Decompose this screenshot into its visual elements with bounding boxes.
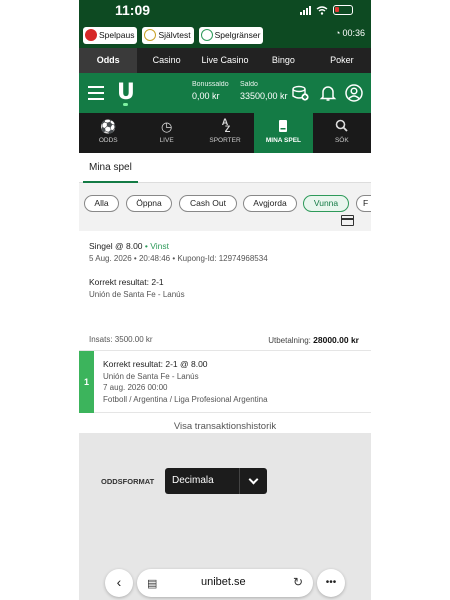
clock-icon: ◷ [160, 119, 173, 134]
logo-accent [123, 103, 128, 106]
selection-item[interactable]: 1 Korrekt resultat: 2-1 @ 8.00 Unión de … [79, 351, 371, 413]
tab-mina-spel[interactable]: Mina spel [89, 162, 132, 173]
address-bar[interactable]: ▤ unibet.se ↻ [137, 569, 313, 597]
sport-nav: ⚽ ODDS ◷ LIVE A Z SPORTER MINA SPEL SÖK [79, 113, 371, 153]
sport-nav-sok[interactable]: SÖK [313, 113, 371, 153]
odds-format-label: ODDSFORMAT [101, 477, 155, 486]
site-header: U Bonussaldo 0,00 kr Saldo 33500,00 kr [79, 73, 371, 113]
selection-number: 1 [79, 351, 94, 413]
session-timer: ◔ 00:36 [335, 28, 365, 38]
url-text: unibet.se [201, 576, 246, 588]
menu-icon[interactable] [88, 86, 104, 100]
selection-event: Unión de Santa Fe - Lanús [103, 371, 199, 381]
betslip-icon [254, 119, 312, 133]
filter-cash-out[interactable]: Cash Out [179, 195, 237, 212]
selection-market: Korrekt resultat: 2-1 @ 8.00 [103, 359, 208, 369]
bet-event: Unión de Santa Fe - Lanús [89, 290, 185, 299]
tab-bingo[interactable]: Bingo [254, 48, 312, 73]
tabs-icon[interactable]: ▤ [147, 577, 157, 590]
gauge-icon [144, 29, 157, 41]
payout: Utbetalning: 28000.00 kr [268, 335, 359, 345]
stopwatch-icon: ◔ [335, 28, 341, 38]
clock: 11:09 [115, 2, 151, 18]
chevron-down-icon [239, 468, 267, 494]
bet-market: Korrekt resultat: 2-1 [89, 277, 164, 287]
pause-icon [85, 29, 97, 41]
account-icon[interactable] [345, 84, 363, 102]
responsible-gaming-bar: Spelpaus Självtest Spelgränser ◔ 00:36 [79, 22, 371, 48]
tab-casino[interactable]: Casino [137, 48, 195, 73]
bet-meta: 5 Aug. 2026 • 20:48:46 • Kupong-Id: 1297… [89, 254, 268, 263]
tab-live-casino[interactable]: Live Casino [196, 48, 254, 73]
sjalvtest-button[interactable]: Självtest [142, 26, 194, 44]
spelgranser-button[interactable]: Spelgränser [198, 26, 264, 44]
sport-nav-odds[interactable]: ⚽ ODDS [79, 113, 137, 153]
more-button[interactable]: ••• [317, 569, 345, 597]
stake-payout-row: Insats: 3500.00 kr Utbetalning: 28000.00… [79, 331, 371, 351]
bell-icon[interactable] [319, 84, 337, 102]
filter-avgjorda[interactable]: Avgjorda [243, 195, 297, 212]
section-tabs: Mina spel [79, 153, 371, 183]
deposit-icon[interactable] [291, 84, 309, 102]
battery-icon [333, 5, 353, 15]
filter-oppna[interactable]: Öppna [126, 195, 172, 212]
unibet-logo[interactable]: U [117, 80, 135, 105]
filter-alla[interactable]: Alla [84, 195, 119, 212]
stake: Insats: 3500.00 kr [89, 335, 153, 344]
odds-format-select[interactable]: Decimala [165, 468, 267, 494]
search-icon [313, 119, 371, 133]
selection-details: Korrekt resultat: 2-1 @ 8.00 Unión de Sa… [103, 359, 268, 405]
signal-icon [300, 5, 311, 15]
bet-card[interactable]: Singel @ 8.00 • Vinst 5 Aug. 2026 • 20:4… [79, 231, 371, 331]
selection-date: 7 aug. 2026 00:00 [103, 383, 168, 392]
sport-nav-sporter[interactable]: A Z SPORTER [196, 113, 254, 153]
bet-filters: Alla Öppna Cash Out Avgjorda Vunna F [79, 183, 371, 231]
az-icon: A Z [219, 117, 231, 134]
bet-type-line: Singel @ 8.00 • Vinst [89, 241, 169, 251]
filter-more[interactable]: F [356, 195, 371, 212]
tab-poker[interactable]: Poker [313, 48, 371, 73]
reload-icon[interactable]: ↻ [293, 575, 303, 589]
bonus-balance: Bonussaldo 0,00 kr [192, 81, 229, 101]
top-nav: Odds Casino Live Casino Bingo Poker [79, 48, 371, 73]
limits-icon [200, 29, 213, 41]
bet-status: Vinst [150, 241, 169, 251]
sport-nav-live[interactable]: ◷ LIVE [137, 113, 195, 153]
tab-odds[interactable]: Odds [79, 48, 138, 73]
sport-nav-mina-spel[interactable]: MINA SPEL [254, 113, 313, 153]
status-bar: 11:09 [79, 0, 371, 22]
filter-vunna[interactable]: Vunna [303, 195, 349, 212]
phone-screen: 11:09 Spelpaus Självtest Spelgränser ◔ 0… [79, 0, 371, 600]
soccer-ball-icon: ⚽ [100, 119, 117, 134]
selection-league: Fotboll / Argentina / Liga Profesional A… [103, 394, 268, 404]
status-icons [300, 5, 353, 15]
back-button[interactable]: ‹ [105, 569, 133, 597]
wifi-icon [316, 5, 328, 15]
saldo-balance: Saldo 33500,00 kr [240, 81, 288, 101]
spelpaus-button[interactable]: Spelpaus [83, 26, 138, 44]
browser-toolbar: ‹ ▤ unibet.se ↻ ••• [79, 567, 371, 600]
calendar-icon[interactable] [341, 215, 354, 226]
